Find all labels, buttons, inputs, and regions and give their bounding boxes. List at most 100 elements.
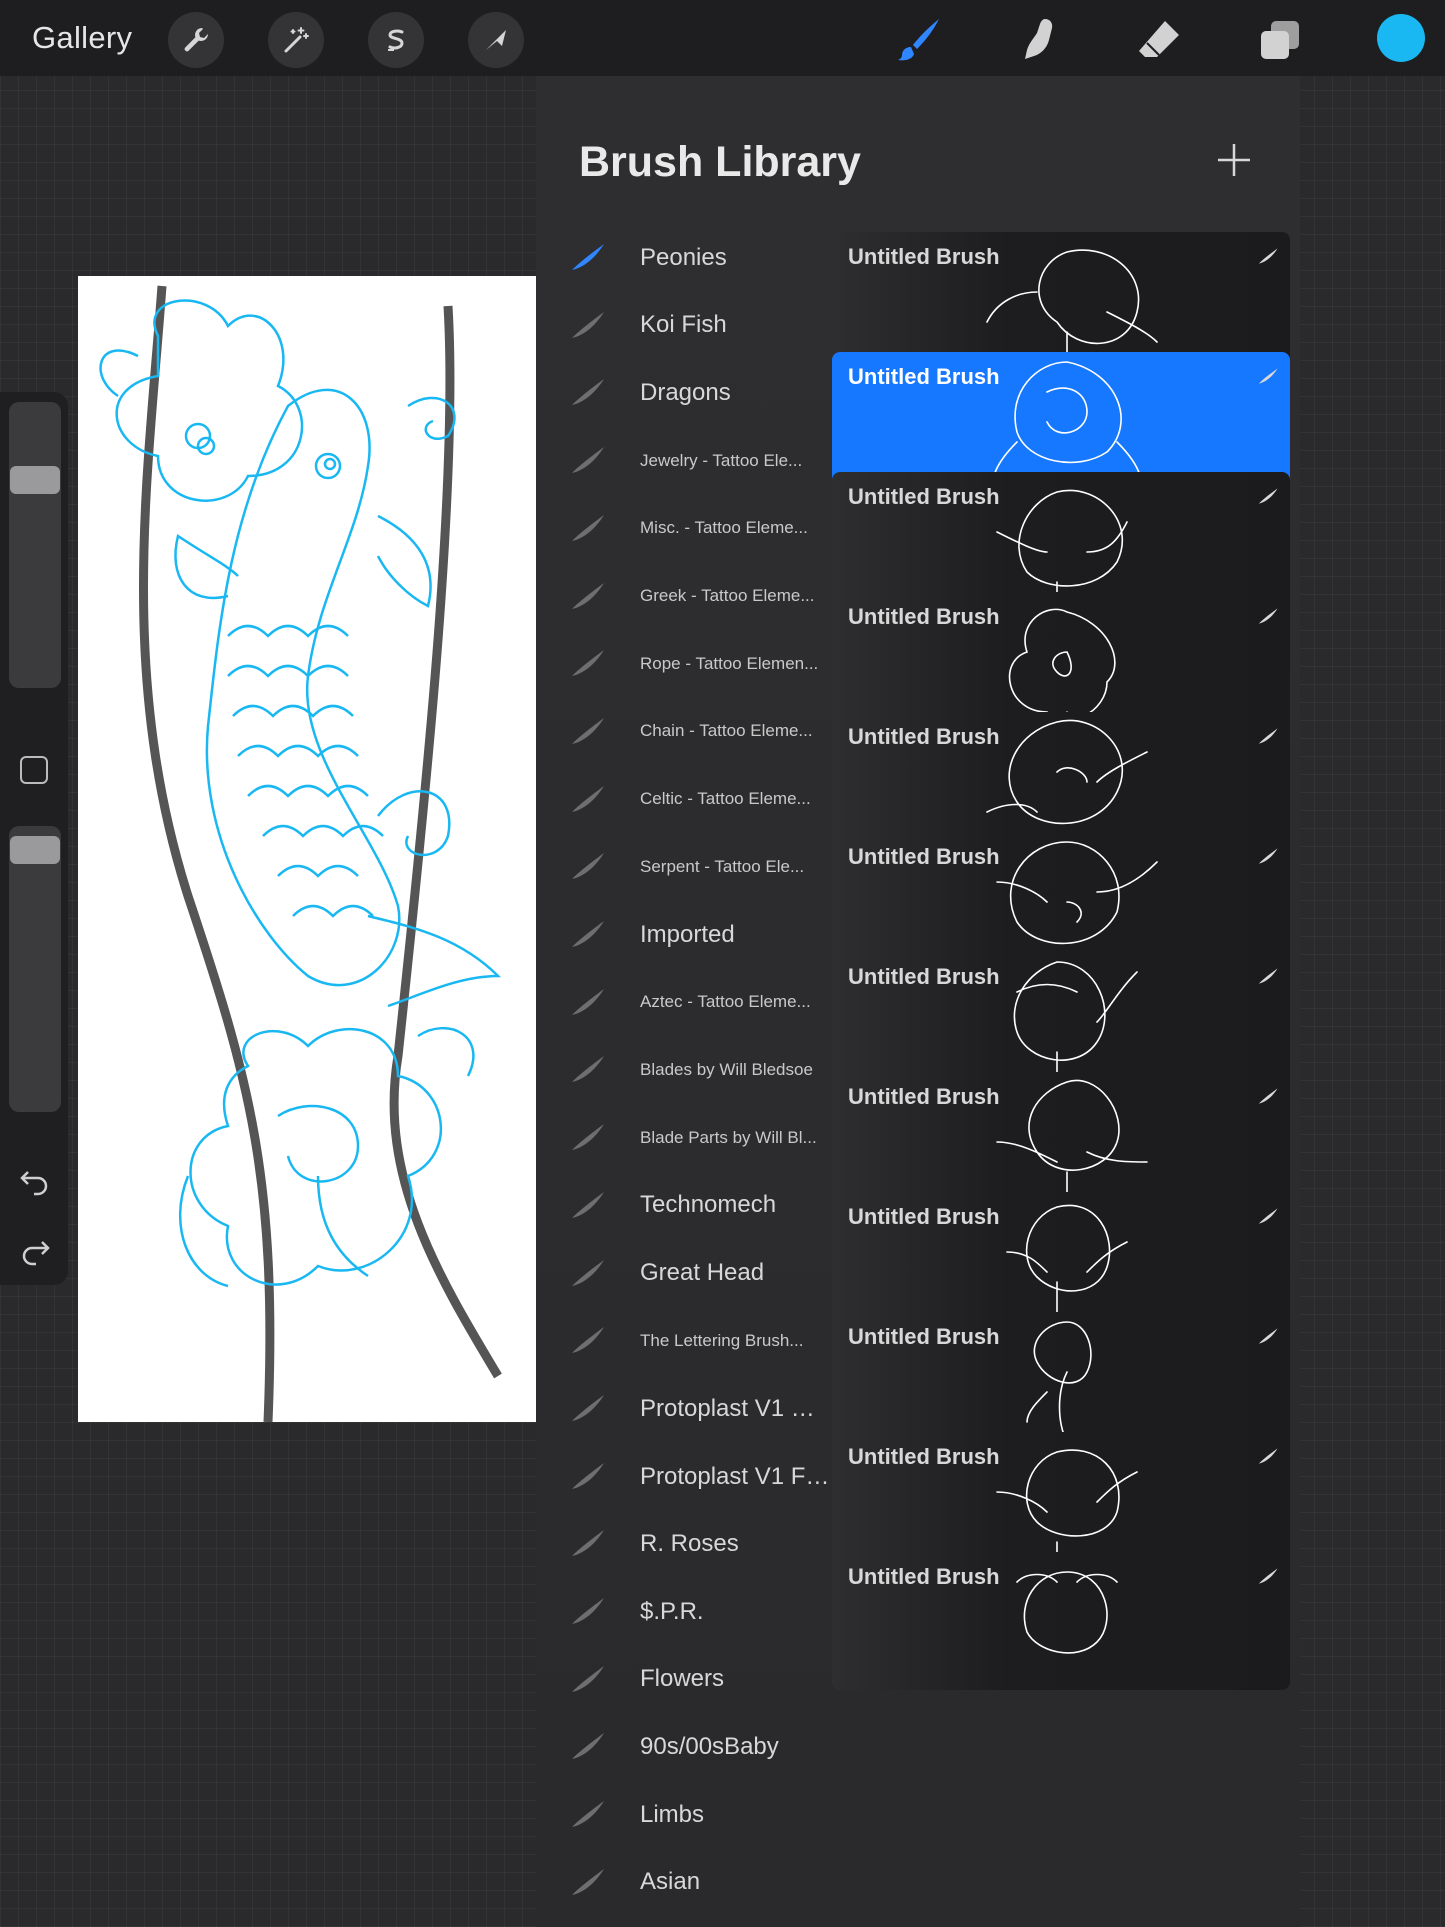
brush-item[interactable]: Untitled Brush [832,232,1290,370]
brush-set-item[interactable]: Misc. - Tattoo Eleme... [536,495,830,562]
brush-set-label: Jewelry - Tattoo Ele... [640,450,803,470]
layers-icon[interactable] [1252,12,1308,68]
brush-set-label: Rope - Tattoo Elemen... [640,653,819,673]
brush-set-item[interactable]: Protoplast V1 F🚺 [536,1443,830,1510]
brush-set-item[interactable]: Asian [536,1849,830,1916]
brush-set-item[interactable]: R. Roses [536,1510,830,1577]
brush-name: Untitled Brush [848,1564,1000,1589]
brush-set-item[interactable]: Blades by Will Bledsoe [536,1036,830,1103]
brush-item[interactable]: Untitled Brush [832,352,1290,490]
brush-name: Untitled Brush [848,724,1000,749]
brush-feather-icon [1258,1568,1278,1584]
brush-set-item[interactable]: Celtic - Tattoo Eleme... [536,766,830,833]
brush-set-label: Chain - Tattoo Eleme... [640,721,813,741]
brush-icon[interactable] [892,12,948,68]
brush-opacity-slider[interactable] [9,826,61,1112]
brush-set-item[interactable]: 90s/00sBaby [536,1713,830,1780]
brush-name: Untitled Brush [848,1444,1000,1469]
brush-set-icon [572,311,604,338]
brush-name: Untitled Brush [848,484,1000,509]
brush-item[interactable]: Untitled Brush [832,1192,1290,1330]
brush-set-label: Dragons [640,378,731,406]
brush-feather-icon [1258,968,1278,984]
brush-item[interactable]: Untitled Brush [832,1552,1290,1690]
brush-set-item[interactable]: Technomech [536,1172,830,1239]
brush-item[interactable]: Untitled Brush [832,472,1290,610]
brush-set-item[interactable]: Koi Fish [536,292,830,359]
gallery-button[interactable]: Gallery [32,20,132,56]
brush-set-icon [572,1124,604,1151]
brush-item[interactable]: Untitled Brush [832,592,1290,730]
brush-set-label: Asian [640,1868,701,1896]
brush-set-item[interactable]: Greek - Tattoo Eleme... [536,563,830,630]
add-brush-set-button[interactable] [1214,140,1254,180]
undo-icon[interactable] [18,1162,52,1196]
brush-feather-icon [1258,1328,1278,1344]
brush-feather-icon [1258,488,1278,504]
brush-set-item[interactable]: Flowers [536,1646,830,1713]
brush-name: Untitled Brush [848,1084,1000,1109]
brush-set-icon [572,379,604,406]
selection-s-icon[interactable] [368,12,424,68]
wrench-icon[interactable] [168,12,224,68]
brush-feather-icon [1258,368,1278,384]
brush-set-item[interactable]: The Lettering Brush... [536,1307,830,1374]
brush-set-icon [572,582,604,609]
brush-set-item[interactable]: Great Head [536,1240,830,1307]
brush-set-item[interactable]: Aztec - Tattoo Eleme... [536,969,830,1036]
brush-set-icon [572,1868,604,1895]
brush-feather-icon [1258,1208,1278,1224]
brush-set-label: 90s/00sBaby [640,1732,779,1760]
brush-set-label: Koi Fish [640,311,727,339]
modify-button[interactable] [20,756,48,784]
brush-set-item[interactable]: Peonies [536,224,830,291]
brush-set-item[interactable]: Imported [536,901,830,968]
brush-set-label: The Lettering Brush... [640,1330,804,1350]
brush-set-icon [572,921,604,947]
brush-set-label: R. Roses [640,1529,739,1557]
brush-feather-icon [1258,848,1278,864]
brush-set-label: Technomech [640,1191,777,1219]
eraser-icon[interactable] [1132,12,1188,68]
brush-set-icon [572,1327,604,1354]
brush-item[interactable]: Untitled Brush [832,1072,1290,1210]
brush-set-item[interactable]: Blade Parts by Will Bl... [536,1104,830,1171]
drawing-canvas[interactable] [78,276,536,1422]
brush-opacity-thumb[interactable] [10,836,60,864]
redo-icon[interactable] [18,1232,52,1266]
brush-set-label: $.P.R. [640,1597,704,1625]
brush-item[interactable]: Untitled Brush [832,832,1290,970]
brush-set-icon [572,1598,604,1624]
transform-arrow-icon[interactable] [468,12,524,68]
brush-item[interactable]: Untitled Brush [832,712,1290,850]
brush-set-icon [572,853,604,880]
brush-set-label: Aztec - Tattoo Eleme... [640,992,811,1012]
top-toolbar: Gallery [0,0,1445,76]
brush-set-item[interactable]: Limbs [536,1781,830,1848]
brush-feather-icon [1258,1088,1278,1104]
brush-set-item[interactable]: Protoplast V1 M🚹 [536,1375,830,1442]
brush-name: Untitled Brush [848,964,1000,989]
smudge-icon[interactable] [1012,12,1068,68]
brush-item[interactable]: Untitled Brush [832,952,1290,1090]
brush-set-item[interactable]: Rope - Tattoo Elemen... [536,630,830,697]
brush-set-item[interactable]: Jewelry - Tattoo Ele... [536,427,830,494]
brush-name: Untitled Brush [848,364,1000,389]
brush-size-slider[interactable] [9,402,61,688]
brush-item[interactable]: Untitled Brush [832,1432,1290,1570]
color-picker-button[interactable] [1377,14,1425,62]
brush-set-item[interactable]: Dragons [536,359,830,426]
brush-set-icon [572,1191,604,1218]
brush-set-item[interactable]: Serpent - Tattoo Ele... [536,833,830,900]
brush-set-label: Imported [640,920,735,948]
brush-name: Untitled Brush [848,844,1000,869]
brush-size-thumb[interactable] [10,466,60,494]
brush-set-label: Serpent - Tattoo Ele... [640,856,805,876]
brush-feather-icon [1258,248,1278,264]
brush-set-icon [572,988,604,1015]
brush-item[interactable]: Untitled Brush [832,1312,1290,1450]
brush-set-item[interactable]: $.P.R. [536,1578,830,1645]
brush-set-label: Protoplast V1 M🚹 [640,1394,830,1422]
brush-set-item[interactable]: Chain - Tattoo Eleme... [536,698,830,765]
magic-wand-icon[interactable] [268,12,324,68]
